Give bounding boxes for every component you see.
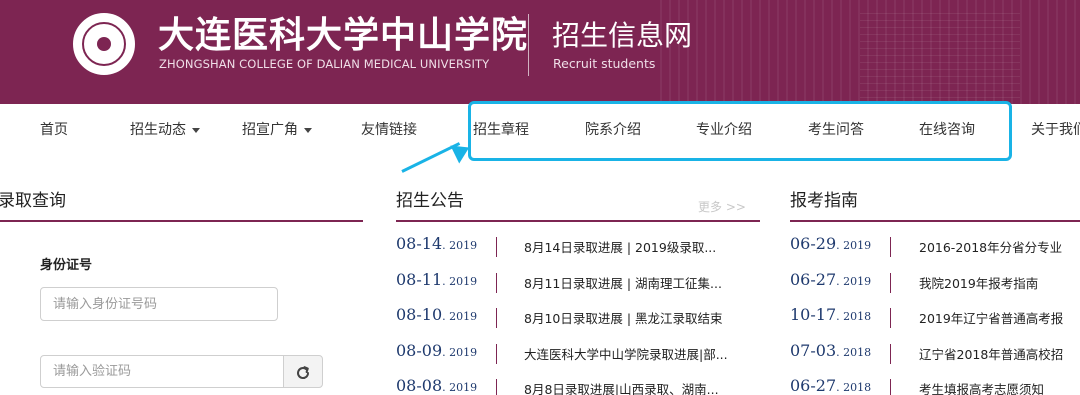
nav-item-label: 招宣广角	[242, 122, 298, 138]
nav-item-label: 友情链接	[361, 122, 417, 138]
item-date-day: 06-27	[790, 376, 837, 395]
item-title-link[interactable]: 2019年辽宁省普通高考报	[919, 308, 1080, 327]
logo-ring	[82, 22, 126, 66]
list-item[interactable]: 06-27. 2018 考生填报高考志愿须知	[0, 376, 1080, 395]
nav-item-home[interactable]: 首页	[40, 121, 68, 139]
item-date-day: 10-17	[790, 305, 837, 324]
notices-section-title: 招生公告	[396, 191, 464, 211]
nav-item-label: 关于我们	[1031, 122, 1080, 138]
item-separator	[890, 308, 891, 328]
school-name-en: ZHONGSHAN COLLEGE OF DALIAN MEDICAL UNIV…	[159, 57, 490, 71]
item-date: 06-27. 2018	[790, 376, 871, 395]
caret-down-icon	[304, 127, 312, 133]
nav-item-promotion[interactable]: 招宣广角	[242, 121, 312, 139]
item-title-link[interactable]: 辽宁省2018年普通高校招	[919, 344, 1080, 363]
item-title-link[interactable]: 我院2019年报考指南	[919, 273, 1080, 292]
item-separator	[890, 237, 891, 257]
item-date-year: . 2019	[836, 275, 872, 288]
nav-item-admission-news[interactable]: 招生动态	[130, 121, 200, 139]
header-divider	[528, 14, 529, 76]
header-background-texture	[860, 8, 1020, 98]
query-section-title: 录取查询	[0, 191, 66, 211]
notices-section-underline	[396, 220, 760, 222]
list-item[interactable]: 07-03. 2018 辽宁省2018年普通高校招	[0, 341, 1080, 369]
item-date-year: . 2019	[836, 239, 872, 252]
item-title-link[interactable]: 考生填报高考志愿须知	[919, 379, 1080, 395]
nav-item-links[interactable]: 友情链接	[361, 121, 417, 139]
item-date-day: 06-29	[790, 234, 837, 253]
item-date-day: 06-27	[790, 270, 837, 289]
item-date: 06-27. 2019	[790, 270, 871, 289]
item-separator	[890, 273, 891, 293]
site-header: 大连医科大学中山学院 ZHONGSHAN COLLEGE OF DALIAN M…	[0, 0, 1080, 104]
item-separator	[890, 344, 891, 364]
list-item[interactable]: 06-29. 2019 2016-2018年分省分专业	[0, 234, 1080, 262]
nav-item-label: 招生动态	[130, 122, 186, 138]
item-title-link[interactable]: 2016-2018年分省分专业	[919, 237, 1080, 256]
school-name-cn: 大连医科大学中山学院	[158, 14, 529, 56]
item-date-year: . 2018	[836, 346, 872, 359]
more-link[interactable]: 更多 >>	[698, 198, 746, 215]
site-subtitle: Recruit students	[553, 56, 656, 71]
list-item[interactable]: 06-27. 2019 我院2019年报考指南	[0, 270, 1080, 298]
guide-section-title: 报考指南	[790, 191, 858, 211]
highlight-box	[468, 101, 1012, 161]
school-logo-icon[interactable]	[73, 13, 135, 75]
item-date-day: 07-03	[790, 341, 837, 360]
item-date-year: . 2018	[836, 310, 872, 323]
nav-item-about[interactable]: 关于我们	[1031, 121, 1080, 139]
logo-core	[97, 37, 111, 51]
item-date-year: . 2018	[836, 381, 872, 394]
caret-down-icon	[192, 127, 200, 133]
item-date: 06-29. 2019	[790, 234, 871, 253]
list-item[interactable]: 10-17. 2018 2019年辽宁省普通高考报	[0, 305, 1080, 333]
item-date: 10-17. 2018	[790, 305, 871, 324]
item-date: 07-03. 2018	[790, 341, 871, 360]
site-title[interactable]: 招生信息网	[552, 18, 692, 54]
query-section-underline	[0, 220, 363, 222]
nav-item-label: 首页	[40, 122, 68, 138]
guide-section-underline	[790, 220, 1080, 222]
item-separator	[890, 379, 891, 395]
